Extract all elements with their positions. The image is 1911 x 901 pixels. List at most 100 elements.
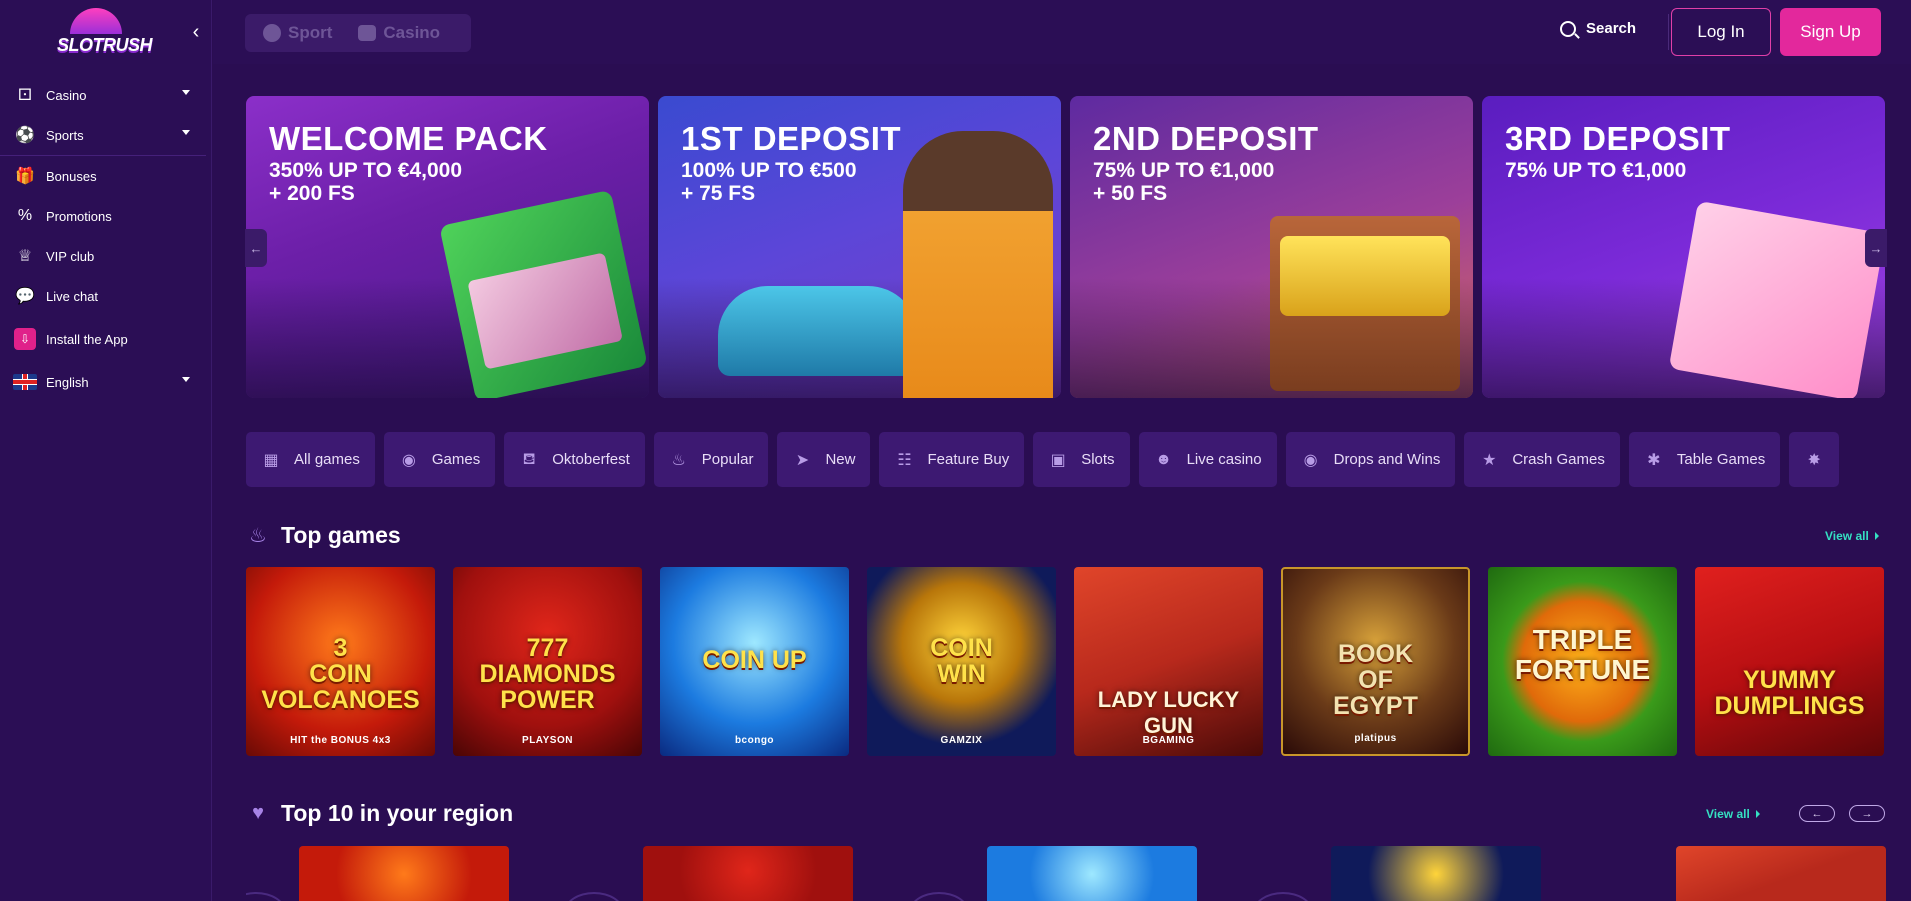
category-slots[interactable]: ▣ Slots: [1033, 432, 1130, 487]
category-label: All games: [294, 451, 360, 468]
region-view-all-link[interactable]: View all: [1706, 807, 1760, 821]
sidebar-item-live-chat[interactable]: 💬 Live chat: [0, 276, 206, 316]
category-new[interactable]: ➤ New: [777, 432, 871, 487]
crown-icon: ♕: [17, 248, 33, 265]
game-category-strip: ▦ All games ◉ Games ⛾ Oktoberfest ♨ Popular …: [246, 432, 1886, 487]
category-label: Oktoberfest: [552, 451, 630, 468]
chat-icon: 💬: [15, 288, 35, 305]
chevron-down-icon: [182, 130, 190, 135]
category-table-games[interactable]: ✱ Table Games: [1628, 432, 1781, 487]
sidebar-item-label: Promotions: [46, 208, 112, 224]
game-title: COIN UP: [702, 646, 807, 674]
sidebar-item-promotions[interactable]: % Promotions: [0, 196, 206, 236]
tab-casino[interactable]: Casino: [358, 23, 440, 43]
search-button[interactable]: Search: [1560, 20, 1636, 37]
sidebar-item-label: Live chat: [46, 288, 99, 304]
region-game-tile[interactable]: [1331, 846, 1541, 901]
game-provider: PLAYSON: [522, 735, 573, 746]
sidebar-item-label: Install the App: [46, 331, 128, 347]
sidebar-item-label: Sports: [46, 127, 84, 143]
top-10-region-row: [246, 846, 1886, 901]
sidebar: SLOTRUSH ‹ ⚀ Casino ⚽ Sports 🎁 Bonuses %…: [0, 0, 212, 901]
category-drops-and-wins[interactable]: ◉ Drops and Wins: [1285, 432, 1456, 487]
view-all-label: View all: [1825, 529, 1869, 543]
region-game-tile[interactable]: [987, 846, 1197, 901]
sidebar-item-casino[interactable]: ⚀ Casino: [0, 75, 206, 115]
carousel-next-button[interactable]: →: [1865, 229, 1887, 267]
top-games-heading: ♨ Top games: [248, 522, 401, 549]
region-game-tile[interactable]: [1676, 846, 1886, 901]
game-tile[interactable]: BOOK OF EGYPT platipus: [1281, 567, 1470, 756]
top-games-view-all-link[interactable]: View all: [1825, 529, 1879, 543]
region-game-tile[interactable]: [643, 846, 853, 901]
promo-banner-welcome-pack[interactable]: WELCOME PACK 350% UP TO €4,000 + 200 FS: [246, 96, 649, 398]
star-icon: ★: [1482, 451, 1497, 469]
game-tile[interactable]: COIN UP bcongo: [660, 567, 849, 756]
promo-banner-2nd-deposit[interactable]: 2ND DEPOSIT 75% UP TO €1,000 + 50 FS: [1070, 96, 1473, 398]
heart-icon: ♥: [252, 802, 264, 824]
game-tile[interactable]: 3 COIN VOLCANOES HIT the BONUS 4x3: [246, 567, 435, 756]
category-popular[interactable]: ♨ Popular: [653, 432, 769, 487]
category-label: Live casino: [1186, 451, 1262, 468]
top-games-row: 3 COIN VOLCANOES HIT the BONUS 4x3 777 D…: [246, 567, 1886, 757]
chevron-down-icon: [182, 377, 190, 382]
region-next-button[interactable]: →: [1849, 805, 1885, 822]
live-dealer-icon: ☻: [1155, 450, 1172, 468]
category-label: Table Games: [1676, 451, 1766, 468]
game-tile[interactable]: TRIPLE FORTUNE: [1488, 567, 1677, 756]
ball-icon: [263, 24, 281, 42]
category-live-casino[interactable]: ☻ Live casino: [1138, 432, 1277, 487]
category-label: Games: [431, 451, 481, 468]
region-prev-button[interactable]: ←: [1799, 805, 1835, 822]
region-game-tile[interactable]: [299, 846, 509, 901]
category-label: Slots: [1081, 451, 1115, 468]
game-title: YUMMY DUMPLINGS: [1714, 666, 1865, 720]
category-feature-buy[interactable]: ☷ Feature Buy: [879, 432, 1025, 487]
sidebar-item-bonuses[interactable]: 🎁 Bonuses: [0, 156, 206, 196]
promo-banner-1st-deposit[interactable]: 1ST DEPOSIT 100% UP TO €500 + 75 FS: [658, 96, 1061, 398]
sport-casino-switch: Sport Casino: [245, 14, 471, 52]
sidebar-item-label: Casino: [46, 87, 87, 103]
slotrush-logo[interactable]: SLOTRUSH: [57, 8, 153, 58]
section-title: Top games: [281, 522, 401, 548]
category-label: Feature Buy: [927, 451, 1010, 468]
banner-subtitle: 75% UP TO €1,000 + 50 FS: [1093, 159, 1275, 205]
signup-button[interactable]: Sign Up: [1780, 8, 1881, 56]
category-oktoberfest[interactable]: ⛾ Oktoberfest: [504, 432, 645, 487]
logo-wordmark: SLOTRUSH: [57, 35, 153, 55]
carousel-prev-button[interactable]: ←: [245, 229, 267, 267]
banner-subtitle: 100% UP TO €500 + 75 FS: [681, 159, 857, 205]
game-tile[interactable]: LADY LUCKY GUN BGAMING: [1074, 567, 1263, 756]
collapse-sidebar-button[interactable]: ‹: [186, 20, 206, 44]
gold-bars: [1280, 236, 1450, 316]
category-all-games[interactable]: ▦ All games: [246, 432, 375, 487]
game-tile[interactable]: YUMMY DUMPLINGS: [1695, 567, 1884, 756]
game-title: BOOK OF EGYPT: [1333, 640, 1418, 720]
sidebar-item-install-app[interactable]: ⇩ Install the App: [0, 316, 206, 362]
language-selector[interactable]: English: [0, 362, 206, 402]
arrow-right-icon: →: [1869, 240, 1883, 256]
palm-sun-icon: [70, 8, 122, 34]
gift-icon: 🎁: [15, 168, 35, 185]
puzzle-icon: ✱: [1647, 451, 1661, 469]
game-title: COIN WIN: [930, 634, 993, 688]
category-label: New: [825, 451, 856, 468]
game-provider: HIT the BONUS 4x3: [290, 735, 391, 746]
tab-sport[interactable]: Sport: [263, 23, 332, 43]
banner-title: WELCOME PACK: [269, 120, 548, 157]
category-crash-games[interactable]: ★ Crash Games: [1464, 432, 1620, 487]
promo-banner-3rd-deposit[interactable]: 3RD DEPOSIT 75% UP TO €1,000: [1482, 96, 1885, 398]
game-tile[interactable]: 777 DIAMONDS POWER PLAYSON: [453, 567, 642, 756]
treasure-chest-image: [1270, 216, 1460, 391]
rank-number: [1253, 892, 1313, 901]
category-roulette[interactable]: ✸: [1789, 432, 1840, 487]
game-tile[interactable]: COIN WIN GAMZIX: [867, 567, 1056, 756]
category-games[interactable]: ◉ Games: [383, 432, 496, 487]
login-button[interactable]: Log In: [1671, 8, 1771, 56]
game-provider: bcongo: [734, 735, 775, 746]
sidebar-item-sports[interactable]: ⚽ Sports: [0, 115, 206, 155]
category-label: Crash Games: [1512, 451, 1605, 468]
game-provider: platipus: [1354, 733, 1397, 744]
money-case-image: [439, 189, 648, 398]
sidebar-item-vip-club[interactable]: ♕ VIP club: [0, 236, 206, 276]
